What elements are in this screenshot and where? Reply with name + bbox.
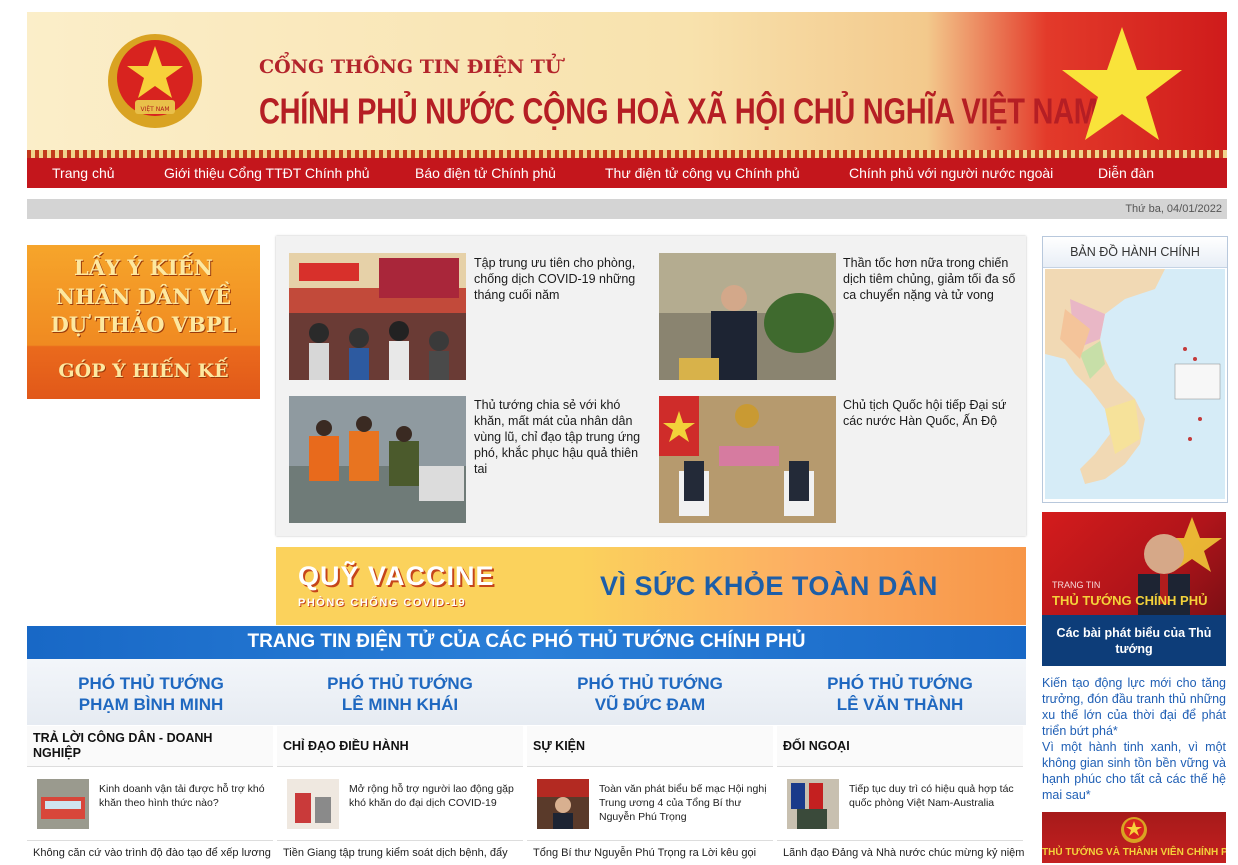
vaccine-fund-subtitle: PHÒNG CHỐNG COVID-19 xyxy=(298,597,467,609)
gov-members-banner[interactable]: THỦ TƯỚNG VÀ THÀNH VIÊN CHÍNH PHỦ xyxy=(1042,812,1226,863)
flood-rescue-photo[interactable] xyxy=(289,396,466,523)
deputy-role: PHÓ THỦ TƯỚNG xyxy=(78,674,224,693)
category-item[interactable]: Tiếp tục duy trì có hiệu quả hợp tác quố… xyxy=(777,770,1023,838)
nav-home[interactable]: Trang chủ xyxy=(52,165,115,181)
deputy-pm-title: TRANG TIN ĐIỆN TỬ CỦA CÁC PHÓ THỦ TƯỚNG … xyxy=(247,631,806,652)
category-item[interactable]: Toàn văn phát biểu bế mạc Hội nghị Trung… xyxy=(527,770,773,838)
deputy-name: PHẠM BÌNH MINH xyxy=(78,695,224,714)
category-label: SỰ KIỆN xyxy=(533,739,586,753)
vaccine-fund-banner[interactable]: QUỸ VACCINE PHÒNG CHỐNG COVID-19 VÌ SỨC … xyxy=(276,547,1026,625)
deputy-role: PHÓ THỦ TƯỚNG xyxy=(827,674,973,693)
pm-speeches-list: Kiến tạo động lực mới cho tăng trưởng, đ… xyxy=(1042,675,1226,803)
category-more-text: Tiền Giang tập trung kiểm soát dịch bệnh… xyxy=(283,847,508,859)
category-more-link[interactable]: Lãnh đạo Đảng và Nhà nước chúc mừng kỷ n… xyxy=(777,840,1025,865)
vaccine-fund-slogan: VÌ SỨC KHỎE TOÀN DÂN xyxy=(600,571,938,601)
deputy-role: PHÓ THỦ TƯỚNG xyxy=(327,674,473,693)
feedback-line-2: NHÂN DÂN VỀ xyxy=(55,284,232,309)
featured-news: Tập trung ưu tiên cho phòng, chống dịch … xyxy=(276,236,1026,536)
national-emblem-small-icon xyxy=(1121,817,1147,843)
nav-gov-email[interactable]: Thư điện tử công vụ Chính phủ xyxy=(605,165,800,181)
pm-promo-big: THỦ TƯỚNG CHÍNH PHỦ xyxy=(1052,593,1208,608)
gov-members-label: THỦ TƯỚNG VÀ THÀNH VIÊN CHÍNH PHỦ xyxy=(1042,847,1226,858)
category-label: TRẢ LỜI CÔNG DÂN - DOANH NGHIỆP xyxy=(33,731,213,760)
deputy-pm-banner: TRANG TIN ĐIỆN TỬ CỦA CÁC PHÓ THỦ TƯỚNG … xyxy=(27,626,1026,659)
category-item-title: Kinh doanh vận tải được hỗ trợ khó khăn … xyxy=(99,783,265,809)
news-title-1[interactable]: Tập trung ưu tiên cho phòng, chống dịch … xyxy=(474,255,649,303)
worker-support-thumbnail xyxy=(287,779,339,829)
date-bar: Thứ ba, 04/01/2022 xyxy=(27,199,1227,219)
nav-about-portal[interactable]: Giới thiệu Cổng TTĐT Chính phủ xyxy=(164,165,370,181)
party-conference-thumbnail xyxy=(537,779,589,829)
category-label: CHỈ ĐẠO ĐIỀU HÀNH xyxy=(283,739,409,753)
main-nav: Trang chủ Giới thiệu Cổng TTĐT Chính phủ… xyxy=(27,158,1227,188)
category-item-title: Toàn văn phát biểu bế mạc Hội nghị Trung… xyxy=(599,783,767,823)
category-header-foreign-affairs[interactable]: ĐỐI NGOẠI xyxy=(777,726,1023,767)
site-header[interactable]: VIỆT NAM CỔNG THÔNG TIN ĐIỆN TỬ CHÍNH PH… xyxy=(27,12,1227,150)
category-more-link[interactable]: Không căn cứ vào trình độ đào tạo để xếp… xyxy=(27,840,273,865)
admin-map-widget[interactable]: BẢN ĐỒ HÀNH CHÍNH xyxy=(1042,236,1228,503)
pm-speech-link-2[interactable]: Vì một hành tinh xanh, vì một không gian… xyxy=(1042,739,1226,803)
defense-meeting-thumbnail xyxy=(787,779,839,829)
news-title-2[interactable]: Thần tốc hơn nữa trong chiến dịch tiêm c… xyxy=(843,255,1018,303)
deputy-pm-link-4[interactable]: PHÓ THỦ TƯỚNG LÊ VĂN THÀNH xyxy=(790,673,1010,715)
nav-forum[interactable]: Diễn đàn xyxy=(1098,165,1154,181)
vietnam-flag-star-icon xyxy=(1062,27,1182,140)
pm-speech-link-1[interactable]: Kiến tạo động lực mới cho tăng trưởng, đ… xyxy=(1042,675,1226,739)
category-more-text: Không căn cứ vào trình độ đào tạo để xếp… xyxy=(33,847,271,859)
deputy-name: VŨ ĐỨC ĐAM xyxy=(594,695,706,714)
deputy-pm-link-2[interactable]: PHÓ THỦ TƯỚNG LÊ MINH KHÁI xyxy=(290,673,510,715)
category-more-text: Lãnh đạo Đảng và Nhà nước chúc mừng kỷ n… xyxy=(783,847,1025,859)
feedback-banner[interactable]: LẤY Ý KIẾN NHÂN DÂN VỀ DỰ THẢO VBPL GÓP … xyxy=(27,245,260,399)
category-more-text: Tổng Bí thư Nguyễn Phú Trọng ra Lời kêu … xyxy=(533,847,757,859)
feedback-line-1: LẤY Ý KIẾN xyxy=(74,255,213,280)
deputy-name: LÊ VĂN THÀNH xyxy=(836,695,964,714)
admin-map-title: BẢN ĐỒ HÀNH CHÍNH xyxy=(1043,237,1227,268)
feedback-line-3: DỰ THẢO VBPL xyxy=(50,312,237,337)
bus-thumbnail xyxy=(37,779,89,829)
news-title-4[interactable]: Chủ tịch Quốc hội tiếp Đại sứ các nước H… xyxy=(843,397,1018,429)
category-item[interactable]: Kinh doanh vận tải được hỗ trợ khó khăn … xyxy=(27,770,273,838)
nav-foreigners[interactable]: Chính phủ với người nước ngoài xyxy=(849,165,1053,181)
feedback-line-4: GÓP Ý HIẾN KẾ xyxy=(58,360,229,382)
category-header-directives[interactable]: CHỈ ĐẠO ĐIỀU HÀNH xyxy=(277,726,523,767)
category-item-title: Tiếp tục duy trì có hiệu quả hợp tác quố… xyxy=(849,783,1014,809)
current-date: Thứ ba, 04/01/2022 xyxy=(1125,203,1222,215)
nav-gov-newspaper[interactable]: Báo điện tử Chính phủ xyxy=(415,165,556,181)
pm-promo-small: TRANG TIN xyxy=(1052,580,1101,590)
category-item-title: Mở rộng hỗ trợ người lao động gặp khó kh… xyxy=(349,783,514,809)
pm-speeches-caption[interactable]: Các bài phát biểu của Thủ tướng xyxy=(1042,615,1226,666)
prime-minister-speaking-photo[interactable] xyxy=(659,253,836,380)
category-item[interactable]: Mở rộng hỗ trợ người lao động gặp khó kh… xyxy=(277,770,523,838)
vaccine-fund-title: QUỸ VACCINE xyxy=(298,561,495,591)
news-title-3[interactable]: Thủ tướng chia sẻ với khó khăn, mất mát … xyxy=(474,397,649,477)
category-header-events[interactable]: SỰ KIỆN xyxy=(527,726,773,767)
category-header-citizen-answers[interactable]: TRẢ LỜI CÔNG DÂN - DOANH NGHIỆP xyxy=(27,726,273,767)
portal-title: CHÍNH PHỦ NƯỚC CỘNG HOÀ XÃ HỘI CHỦ NGHĨA… xyxy=(259,92,1098,132)
pm-speeches-label: Các bài phát biểu của Thủ tướng xyxy=(1056,626,1212,656)
vietnam-map-icon xyxy=(1045,269,1225,499)
pm-news-promo[interactable]: TRANG TIN THỦ TƯỚNG CHÍNH PHỦ xyxy=(1042,512,1226,615)
category-more-link[interactable]: Tiền Giang tập trung kiểm soát dịch bệnh… xyxy=(277,840,523,865)
national-emblem-icon: VIỆT NAM xyxy=(108,34,202,128)
svg-text:VIỆT NAM: VIỆT NAM xyxy=(140,105,169,113)
deputy-role: PHÓ THỦ TƯỚNG xyxy=(577,674,723,693)
deputy-pm-link-1[interactable]: PHÓ THỦ TƯỚNG PHẠM BÌNH MINH xyxy=(41,673,261,715)
deputy-pm-link-3[interactable]: PHÓ THỦ TƯỚNG VŨ ĐỨC ĐAM xyxy=(540,673,760,715)
header-pattern-border xyxy=(27,150,1227,158)
supermarket-crowd-photo[interactable] xyxy=(289,253,466,380)
category-label: ĐỐI NGOẠI xyxy=(783,739,850,753)
deputy-name: LÊ MINH KHÁI xyxy=(341,695,459,714)
category-more-link[interactable]: Tổng Bí thư Nguyễn Phú Trọng ra Lời kêu … xyxy=(527,840,773,865)
portal-subtitle: CỔNG THÔNG TIN ĐIỆN TỬ xyxy=(259,56,562,78)
diplomatic-meeting-photo[interactable] xyxy=(659,396,836,523)
deputy-pm-links: PHÓ THỦ TƯỚNG PHẠM BÌNH MINH PHÓ THỦ TƯỚ… xyxy=(27,659,1026,725)
